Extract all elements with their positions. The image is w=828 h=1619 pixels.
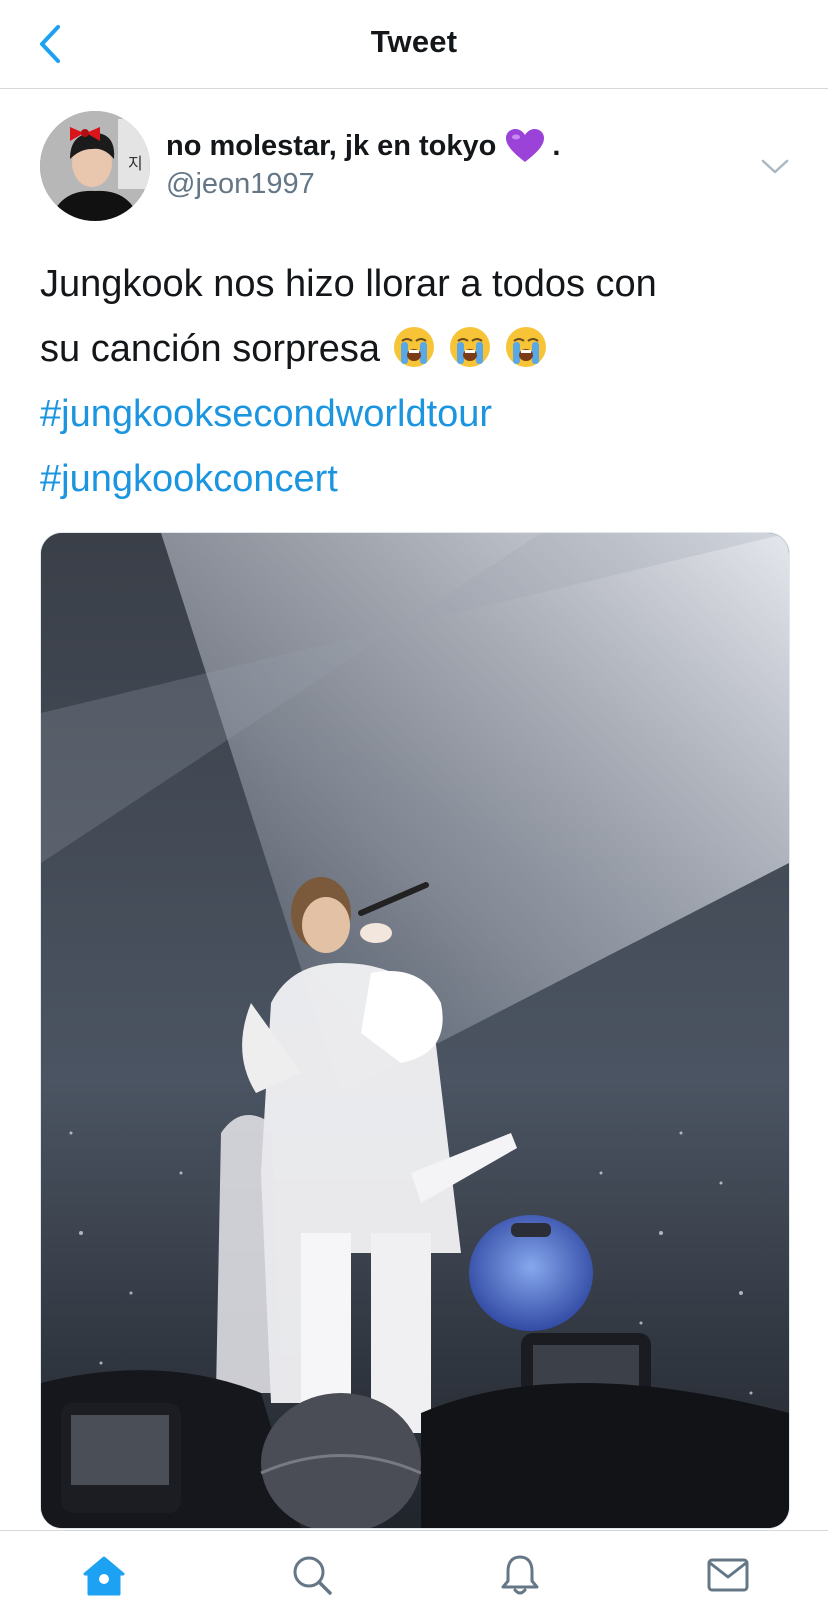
tweet-text-line: su canción sorpresa: [40, 328, 381, 370]
search-icon: [293, 1556, 332, 1595]
bottom-tab-bar: [0, 1530, 828, 1619]
tab-notifications[interactable]: [494, 1549, 546, 1601]
page-title: Tweet: [370, 24, 458, 59]
concert-photo: [41, 533, 789, 1528]
hashtag-link[interactable]: #jungkookconcert: [40, 458, 338, 500]
tab-search[interactable]: [286, 1549, 338, 1601]
avatar[interactable]: 지: [40, 111, 150, 221]
tweet-options-button[interactable]: [758, 152, 792, 182]
tab-messages[interactable]: [702, 1549, 754, 1601]
messages-envelope-icon: [707, 1558, 749, 1592]
display-name-text: no molestar, jk en tokyo: [166, 129, 497, 162]
tweet-text-line-with-emojis: su canción sorpresa: [40, 317, 800, 382]
loudly-crying-face-icon: [394, 327, 435, 367]
author-handle[interactable]: @jeon1997: [166, 168, 315, 201]
display-name-suffix: .: [552, 129, 561, 162]
tweet-text-line: Jungkook nos hizo llorar a todos con: [40, 263, 657, 305]
tab-home[interactable]: [78, 1549, 130, 1601]
chevron-down-icon: [761, 159, 789, 174]
notifications-bell-icon: [501, 1555, 539, 1595]
avatar-text: 지: [128, 154, 143, 173]
hashtag-link[interactable]: #jungkooksecondworldtour: [40, 393, 492, 435]
author-display-name[interactable]: no molestar, jk en tokyo .: [166, 129, 560, 163]
navigation-bar: Tweet: [0, 0, 828, 89]
purple-heart-icon: [506, 129, 545, 163]
loudly-crying-face-icon: [450, 327, 491, 367]
loudly-crying-face-icon: [506, 327, 547, 367]
home-icon: [83, 1556, 125, 1596]
tweet-media-photo[interactable]: [40, 532, 790, 1529]
tweet-text: Jungkook nos hizo llorar a todos con su …: [40, 252, 800, 512]
